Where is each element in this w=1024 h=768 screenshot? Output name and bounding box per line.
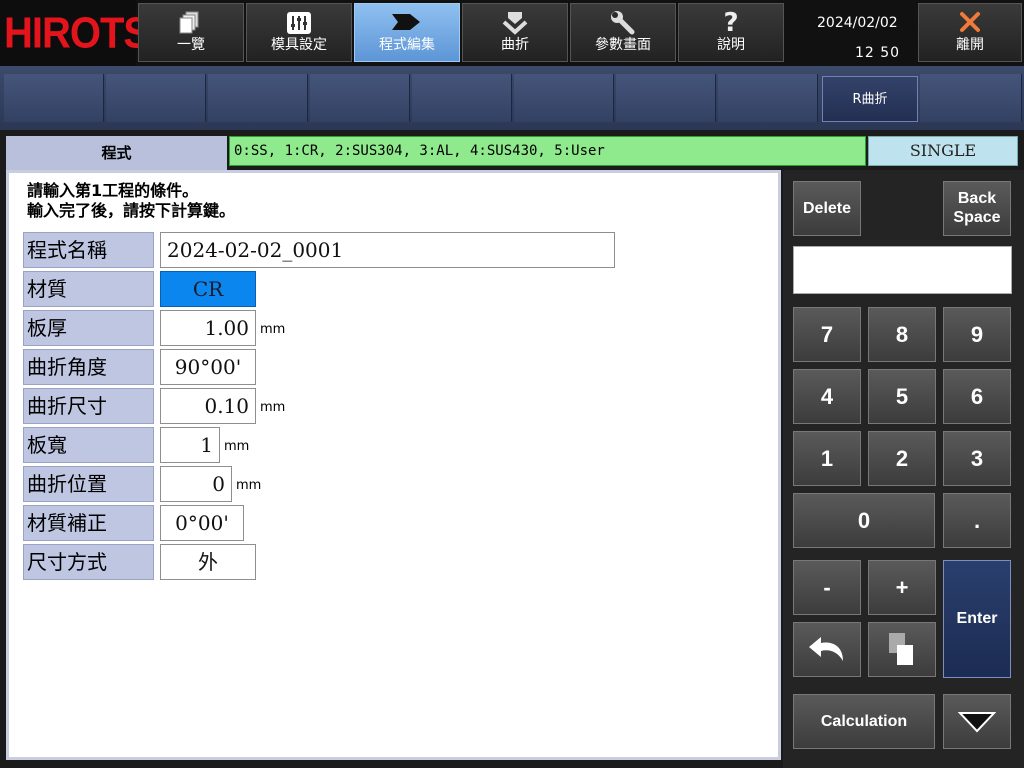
nav-label: 一覽: [177, 37, 205, 53]
field-label: 曲折角度: [23, 349, 154, 385]
program-form-panel: 請輸入第1工程的條件。 輸入完了後，請按下計算鍵。 程式名稱 2024-02-0…: [6, 170, 781, 760]
function-slot: [718, 74, 818, 122]
key-1[interactable]: 1: [793, 431, 861, 486]
field-label: 材質: [23, 271, 154, 307]
undo-icon: [803, 637, 851, 671]
function-slot: [106, 74, 206, 122]
function-slot: [412, 74, 512, 122]
close-icon: [919, 4, 1021, 36]
question-icon: ?: [723, 8, 739, 38]
bend-position-field[interactable]: 0: [160, 466, 232, 502]
field-label: 程式名稱: [23, 232, 154, 268]
instruction-line: 輸入完了後，請按下計算鍵。: [27, 201, 236, 220]
nav-label: 說明: [717, 37, 745, 53]
delete-button[interactable]: Delete: [793, 181, 861, 236]
scroll-down-button[interactable]: [943, 694, 1011, 749]
bend-size-field[interactable]: 0.10: [160, 388, 256, 424]
instruction-text: 請輸入第1工程的條件。 輸入完了後，請按下計算鍵。: [27, 181, 235, 221]
nav-list-button[interactable]: 一覽: [138, 3, 244, 62]
key-2[interactable]: 2: [868, 431, 936, 486]
instruction-line: 請輸入第1工程的條件。: [27, 181, 199, 200]
arrow-tag-icon: [355, 4, 459, 36]
undo-button[interactable]: [793, 622, 861, 677]
nav-help-button[interactable]: ? 說明: [678, 3, 784, 62]
dimension-mode-field[interactable]: 外: [160, 544, 256, 580]
field-label: 板寬: [23, 427, 154, 463]
triangle-down-icon: [957, 712, 997, 738]
field-label: 材質補正: [23, 505, 154, 541]
nav-label: 模具設定: [271, 37, 327, 53]
nav-parameters-button[interactable]: 參數畫面: [570, 3, 676, 62]
nav-label: 參數畫面: [595, 37, 651, 53]
unit-label: mm: [260, 400, 286, 415]
copy-icon: [887, 633, 917, 673]
nav-label: 程式編集: [379, 37, 435, 53]
nav-label: 曲折: [501, 37, 529, 53]
key-5[interactable]: 5: [868, 369, 936, 424]
nav-bend-button[interactable]: 曲折: [462, 3, 568, 62]
exit-label: 離開: [956, 37, 984, 53]
function-slot: [514, 74, 614, 122]
keypad-entry-display[interactable]: [793, 246, 1012, 294]
field-label: 板厚: [23, 310, 154, 346]
key-6[interactable]: 6: [943, 369, 1011, 424]
unit-label: mm: [236, 478, 262, 493]
tab-program[interactable]: 程式: [6, 136, 227, 170]
function-slot: [616, 74, 716, 122]
copy-button[interactable]: [868, 622, 936, 677]
nav-program-edit-button[interactable]: 程式編集: [354, 3, 460, 62]
backspace-label: Back: [957, 190, 997, 207]
key-plus[interactable]: +: [868, 560, 936, 615]
backspace-label: Space: [953, 209, 1001, 226]
brand-logo: HIROTSU: [0, 0, 178, 68]
function-slot: [920, 74, 1022, 122]
key-dot[interactable]: .: [943, 493, 1011, 548]
wrench-icon: [571, 4, 675, 36]
field-label: 尺寸方式: [23, 544, 154, 580]
key-8[interactable]: 8: [868, 307, 936, 362]
mode-badge[interactable]: SINGLE: [868, 136, 1018, 166]
key-9[interactable]: 9: [943, 307, 1011, 362]
thickness-field[interactable]: 1.00: [160, 310, 256, 346]
date-text: 2024/02/02: [817, 15, 898, 31]
material-correction-field[interactable]: 0°00': [160, 505, 244, 541]
nav-mold-settings-button[interactable]: 模具設定: [246, 3, 352, 62]
sliders-icon: [247, 4, 351, 36]
top-navigation-bar: HIROTSU 一覽 模具設定 程式編集 曲折 參數畫面 ? 說明 2024/0…: [0, 0, 1024, 68]
enter-button[interactable]: Enter: [943, 560, 1011, 678]
calculation-button[interactable]: Calculation: [793, 694, 935, 749]
function-slot: [208, 74, 308, 122]
field-label: 曲折位置: [23, 466, 154, 502]
field-label: 曲折尺寸: [23, 388, 154, 424]
unit-label: mm: [260, 322, 286, 337]
numeric-keypad: Delete Back Space 7 8 9 4 5 6 1 2 3 0 . …: [783, 170, 1024, 768]
bend-angle-field[interactable]: 90°00': [160, 349, 256, 385]
key-0[interactable]: 0: [793, 493, 935, 548]
exit-button[interactable]: 離開: [918, 3, 1022, 62]
function-slot: [4, 74, 104, 122]
r-bend-button[interactable]: R曲折: [822, 76, 918, 122]
program-name-field[interactable]: 2024-02-02_0001: [160, 232, 615, 268]
plate-width-field[interactable]: 1: [160, 427, 220, 463]
material-hint-bar: 0:SS, 1:CR, 2:SUS304, 3:AL, 4:SUS430, 5:…: [229, 136, 866, 166]
backspace-button[interactable]: Back Space: [943, 181, 1011, 236]
list-icon: [139, 4, 243, 36]
bend-down-icon: [463, 4, 567, 36]
function-slot: [310, 74, 410, 122]
unit-label: mm: [224, 439, 250, 454]
time-text: 12 50: [855, 45, 901, 61]
key-7[interactable]: 7: [793, 307, 861, 362]
function-bar: R曲折: [0, 66, 1024, 130]
key-4[interactable]: 4: [793, 369, 861, 424]
material-field[interactable]: CR: [160, 271, 256, 307]
key-3[interactable]: 3: [943, 431, 1011, 486]
key-minus[interactable]: -: [793, 560, 861, 615]
clock-display: 2024/02/02 12 50: [785, 3, 915, 62]
